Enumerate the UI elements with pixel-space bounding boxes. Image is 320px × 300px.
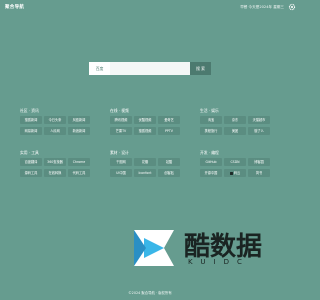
link-grid: 千图网 花瓣 站酷 UI中国 Iconfont 创客贴 <box>110 158 180 177</box>
kuidc-logo-icon <box>134 230 174 266</box>
watermark: 酷数据 KUIDC <box>128 224 288 272</box>
link-tile[interactable]: 创客贴 <box>158 169 180 177</box>
link-tile[interactable]: CSDN <box>224 158 246 166</box>
link-tile[interactable]: 芒果TV <box>110 127 132 135</box>
link-tile[interactable]: 今日头条 <box>44 116 66 124</box>
site-logo[interactable]: 聚合导航 <box>5 4 24 10</box>
footer-text: ©2024 聚合导航 · 版权所有 <box>128 291 172 295</box>
link-tile[interactable]: 腾讯视频 <box>110 116 132 124</box>
link-tile[interactable]: 凤凰新闻 <box>68 116 90 124</box>
link-tile[interactable]: 360查找器 <box>44 158 66 166</box>
group-title: 实用 · 工具 <box>20 150 39 155</box>
link-tile[interactable]: 爱奇艺 <box>158 116 180 124</box>
link-tile[interactable]: 花瓣 <box>134 158 156 166</box>
link-tile[interactable]: 在线转换 <box>44 169 66 177</box>
link-grid: 腾讯视频 优酷视频 爱奇艺 芒果TV 搜狐视频 PPTV <box>110 116 180 135</box>
link-tile[interactable]: 代码工具 <box>68 169 90 177</box>
group-title: 生活 · 娱乐 <box>200 108 219 113</box>
link-tile[interactable]: 美团 <box>224 127 246 135</box>
top-bar: 聚合导航 早餐 今天是2024年 星期三 <box>0 0 300 14</box>
link-tile[interactable]: Iconfont <box>134 169 156 177</box>
link-tile[interactable]: 千图网 <box>110 158 132 166</box>
search-bar: 百度 搜 索 <box>89 62 211 75</box>
link-group: 实用 · 工具 百度翻译 360查找器 Chrome 源码工具 在线转换 代码工… <box>20 150 90 177</box>
link-tile[interactable]: 源码工具 <box>20 169 42 177</box>
link-tile[interactable]: 搜狐新闻 <box>20 116 42 124</box>
link-tile[interactable]: PPTV <box>158 127 180 135</box>
link-tile[interactable]: UI中国 <box>110 169 132 177</box>
search-engine-tag[interactable]: 百度 <box>89 62 110 75</box>
link-grid: 淘宝 京东 天猫超市 携程旅行 美团 饿了么 <box>200 116 270 135</box>
date-time-text: 早餐 今天是2024年 星期三 <box>240 5 284 9</box>
link-icon <box>229 171 233 175</box>
group-title: 素材 · 设计 <box>110 150 129 155</box>
link-group: 在线 · 视频 腾讯视频 优酷视频 爱奇艺 芒果TV 搜狐视频 PPTV <box>110 108 180 135</box>
link-tile[interactable]: 站酷 <box>158 158 180 166</box>
group-title: 在线 · 视频 <box>110 108 129 113</box>
link-grid: 百度翻译 360查找器 Chrome 源码工具 在线转换 代码工具 <box>20 158 90 177</box>
link-tile[interactable]: 饿了么 <box>248 127 270 135</box>
link-tile[interactable]: 新浪新闻 <box>68 127 90 135</box>
gear-icon[interactable] <box>288 3 296 11</box>
link-tile[interactable]: 优酷视频 <box>134 116 156 124</box>
link-tile[interactable]: GitHub <box>200 158 222 166</box>
link-tile[interactable]: 京东 <box>224 116 246 124</box>
link-group: 开发 · 编程 GitHub CSDN 博客园 开源中国 码云 简书 <box>200 150 270 177</box>
watermark-subtext: KUIDC <box>188 258 250 266</box>
link-tile[interactable]: 开源中国 <box>200 169 222 177</box>
link-tile[interactable]: 搜狐视频 <box>134 127 156 135</box>
link-group: 社区 · 资讯 搜狐新闻 今日头条 凤凰新闻 网易新闻 人民网 新浪新闻 <box>20 108 90 135</box>
link-grid: 搜狐新闻 今日头条 凤凰新闻 网易新闻 人民网 新浪新闻 <box>20 116 90 135</box>
link-tile-label: 码云 <box>233 171 241 175</box>
link-tile[interactable]: 百度翻译 <box>20 158 42 166</box>
link-grid: GitHub CSDN 博客园 开源中国 码云 简书 <box>200 158 270 177</box>
link-tile[interactable]: 博客园 <box>248 158 270 166</box>
link-tile[interactable]: 简书 <box>248 169 270 177</box>
link-group: 素材 · 设计 千图网 花瓣 站酷 UI中国 Iconfont 创客贴 <box>110 150 180 177</box>
search-button[interactable]: 搜 索 <box>190 62 211 75</box>
search-input[interactable] <box>110 62 190 75</box>
link-group: 生活 · 娱乐 淘宝 京东 天猫超市 携程旅行 美团 饿了么 <box>200 108 270 135</box>
link-tile[interactable]: 码云 <box>224 169 246 177</box>
group-title: 开发 · 编程 <box>200 150 219 155</box>
link-tile[interactable]: 网易新闻 <box>20 127 42 135</box>
link-tile[interactable]: 淘宝 <box>200 116 222 124</box>
link-tile[interactable]: Chrome <box>68 158 90 166</box>
link-tile[interactable]: 人民网 <box>44 127 66 135</box>
link-tile[interactable]: 天猫超市 <box>248 116 270 124</box>
group-title: 社区 · 资讯 <box>20 108 39 113</box>
link-tile[interactable]: 携程旅行 <box>200 127 222 135</box>
